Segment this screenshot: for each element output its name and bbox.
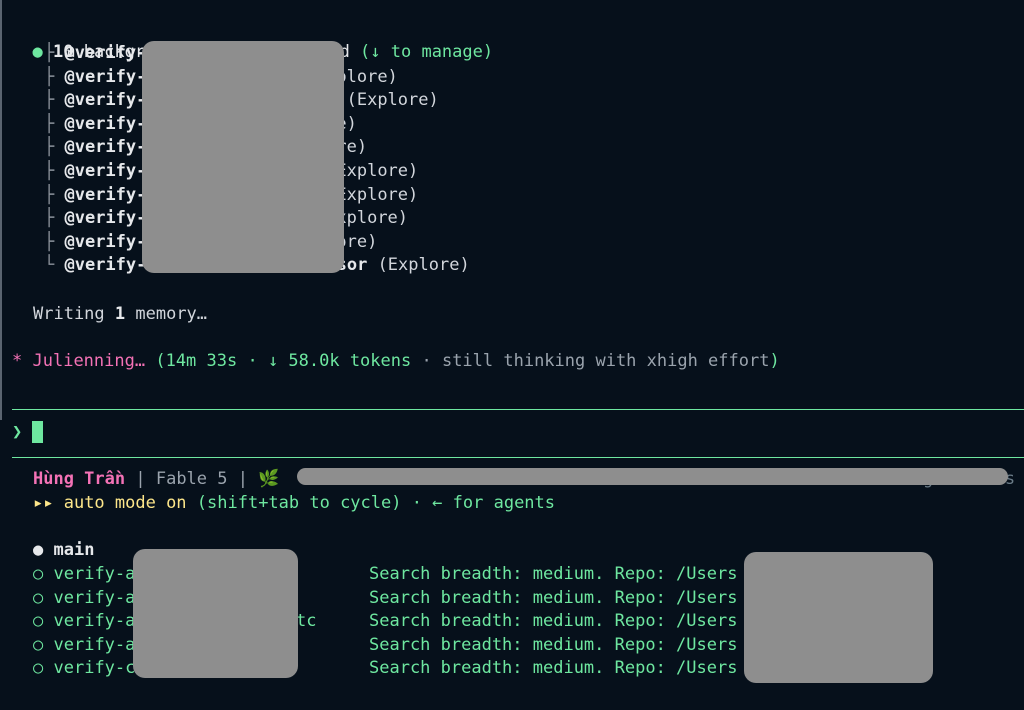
task-description: Search breadth: medium. Repo: /Users [369,658,738,679]
footer-sep-1: | [125,469,156,489]
status-dot-icon: ● [32,42,43,62]
thinking-sep: · [411,351,442,371]
input-bottom-border [12,457,1024,458]
task-name: verify-c [53,658,136,679]
task-row[interactable]: ○ verify-a [33,634,135,656]
task-description: Search breadth: medium. Repo: /Users [369,611,738,632]
agent-type: (Explore) [367,255,470,276]
redacted-branch [297,468,1008,485]
task-row[interactable]: ○ verify-c [33,657,135,679]
agent-name: @verify- [64,161,147,181]
auto-mode-text[interactable]: auto mode on [53,493,187,513]
memory-post: memory… [125,304,208,324]
tree-connector: ├ [44,66,65,87]
task-name: verify-a [53,634,136,655]
tree-connector: ├ [44,161,65,181]
task-row[interactable]: ○ verify-a [33,563,135,585]
redacted-agent-names [142,41,344,273]
agent-type: plore) [336,66,398,87]
task-description: Search breadth: medium. Repo: /Users [369,564,738,584]
tree-connector: ├ [44,137,65,158]
tree-connector: ├ [44,208,65,229]
agent-name: @verify- [64,184,147,205]
manage-hint[interactable]: (↓ to manage) [360,42,493,62]
unselected-dot-icon: ○ [33,611,44,632]
memory-pre: Writing [33,304,115,324]
input-top-border [12,409,1024,410]
agent-name: @verify- [64,255,147,276]
agent-name: @verify- [64,90,147,111]
task-name: verify-a [53,587,136,608]
tree-connector: ├ [44,43,65,63]
tree-connector: ├ [44,113,65,134]
user-name: Hùng Trần [33,469,126,489]
task-name: verify-a [53,564,136,584]
agent-name: @verify- [64,113,147,134]
footer-status-line: Hùng Trần | Fable 5 | 🌿 [33,468,279,490]
auto-mode-line: ▸▸ auto mode on (shift+tab to cycle) · ←… [33,492,555,514]
tree-connector: ├ [44,90,65,111]
agent-name: @verify- [64,231,147,252]
task-description: Search breadth: medium. Repo: /Users [369,634,738,655]
agents-status-line: ● 10 background agents launched (↓ to ma… [12,19,493,62]
task-name: verify-a [53,611,136,632]
task-main[interactable]: ● main [33,539,94,561]
model-name: Fable 5 [155,469,228,489]
task-row[interactable]: ○ verify-a [33,587,135,609]
unselected-dot-icon: ○ [33,587,44,608]
memory-count: 1 [114,304,126,324]
agent-type: Explore) [336,161,419,181]
thinking-word: Julienning… [32,351,146,371]
thinking-detail: still thinking with xhigh effort [441,351,770,371]
prompt-chevron-icon: ❯ [12,422,23,442]
thinking-tokens: ↓ 58.0k tokens [267,351,412,371]
input-cursor[interactable] [32,421,43,443]
agent-type: xplore) [336,208,409,229]
agent-name: @verify- [64,137,147,158]
task-name-tail: tc [296,611,317,632]
auto-mode-hint: (shift+tab to cycle) · ← for agents [186,493,556,513]
agent-type: (Explore) [336,90,439,111]
unselected-dot-icon: ○ [33,658,44,679]
agent-name: @verify- [64,208,147,229]
agent-name: @verify- [64,43,147,63]
unselected-dot-icon: ○ [33,634,44,655]
redacted-task-names [133,549,298,678]
window-edge [0,0,2,420]
thinking-time: (14m 33s · [155,351,268,371]
branch-leaf-icon: 🌿 [258,469,280,489]
memory-status: Writing 1 memory… [33,303,207,325]
spinner-star-icon: * [12,351,23,371]
agent-name: @verify- [64,66,147,87]
task-row[interactable]: ○ verify-a [33,610,135,632]
unselected-dot-icon: ○ [33,564,44,584]
thinking-status: * Julienning… (14m 33s · ↓ 58.0k tokens … [12,350,780,372]
footer-sep-2: | [227,469,259,489]
selected-dot-icon: ● [33,540,44,560]
auto-arrows-icon: ▸▸ [33,493,54,513]
task-description: Search breadth: medium. Repo: /Users [369,587,738,608]
task-main-label: main [53,540,95,560]
tree-connector: └ [44,255,65,276]
redacted-repo-paths [744,552,933,683]
tree-connector: ├ [44,231,65,252]
agent-type: Explore) [336,184,419,205]
thinking-close: ) [769,351,780,371]
tree-connector: ├ [44,184,65,205]
